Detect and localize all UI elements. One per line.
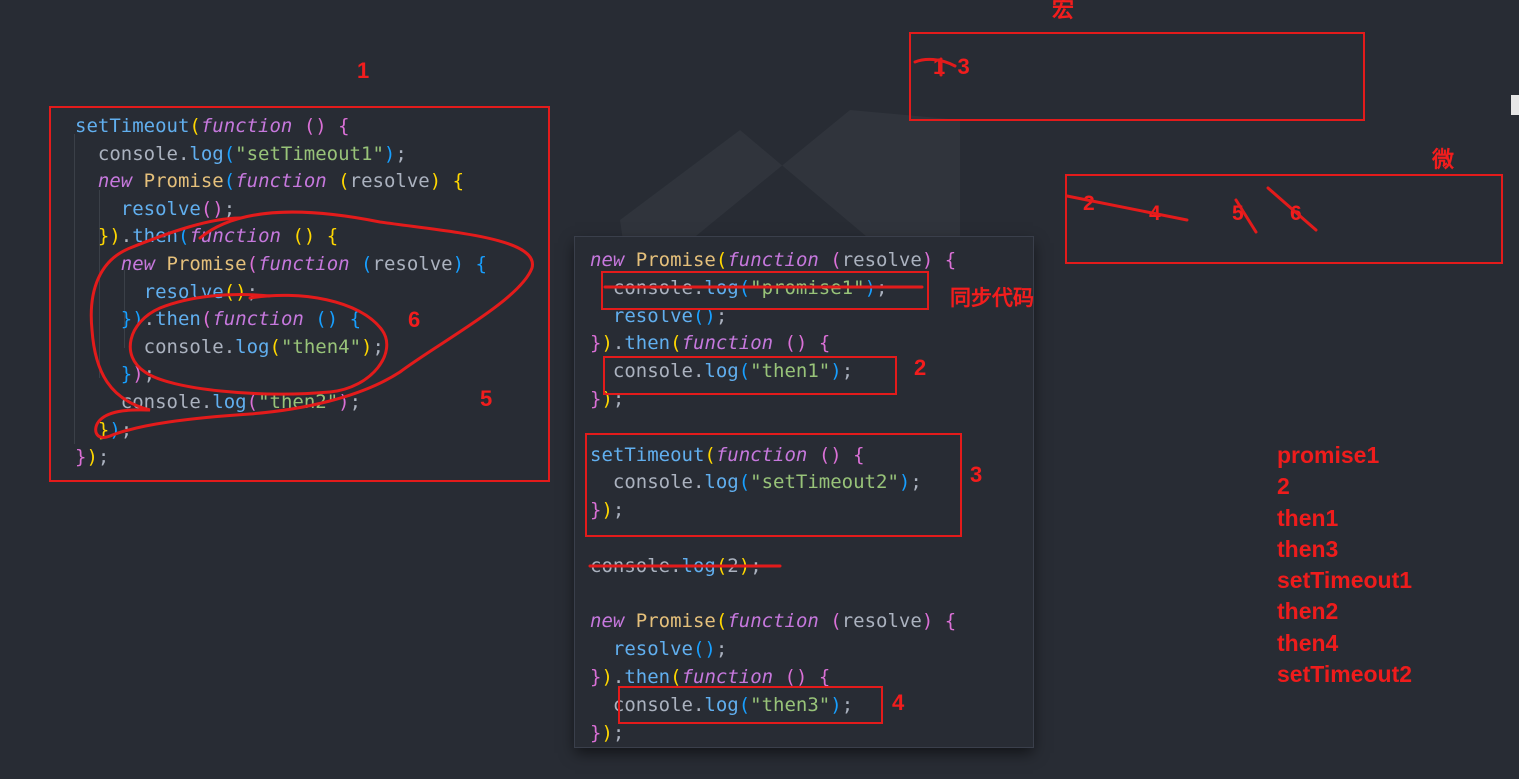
ink-annotations [89, 57, 1318, 568]
